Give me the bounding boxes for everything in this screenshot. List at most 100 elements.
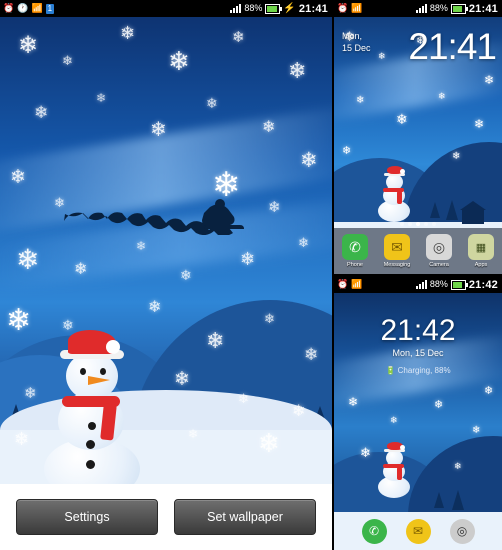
signal-icon (415, 4, 427, 13)
snowflake: ❄ (62, 53, 73, 68)
alarm-icon: ⏰ (337, 279, 349, 289)
settings-button[interactable]: Settings (16, 499, 158, 535)
dock-item-apps[interactable]: ▦ Apps (464, 234, 498, 268)
dock-label: Apps (474, 262, 488, 268)
snowflake: ❄ (10, 167, 26, 188)
signal-icon (415, 280, 427, 289)
battery-percent-label: 88% (244, 3, 263, 13)
snowflake: ❄ (34, 103, 49, 122)
battery-percent-label: 88% (429, 3, 448, 13)
battery-icon (450, 3, 468, 14)
status-clock: 21:41 (298, 2, 328, 15)
snowflake: ❄ (150, 119, 167, 141)
pine-tree (430, 202, 440, 218)
page-dot[interactable] (424, 222, 428, 226)
sim-badge: 1 (45, 3, 55, 14)
snowflake: ❄ (240, 249, 256, 269)
house-roof (460, 201, 486, 210)
page-dot[interactable] (432, 222, 436, 226)
snowflake: ❄ (168, 46, 190, 76)
status-bar-left: ⏰ 🕐 📶 1 88% ⚡ 21:41 (0, 0, 332, 17)
snowflake: ❄ (14, 429, 30, 449)
snowflake: ❄ (300, 149, 318, 172)
snowflake: ❄ (174, 369, 190, 390)
snowman-head (66, 352, 118, 400)
dock-label: Phone (347, 262, 363, 268)
battery-charging-icon: 🔋 (385, 366, 396, 375)
snowflake: ❄ (16, 244, 40, 275)
snowflake: ❄ (342, 145, 352, 157)
snowflake: ❄ (292, 403, 306, 420)
snowflake: ❄ (212, 166, 241, 204)
screenshot-root: ❄ ❄ ❄ ❄ ❄ ❄ ❄ ❄ ❄ ❄ ❄ ❄ ❄ ❄ ❄ ❄ ❄ ❄ ❄ ❄ … (0, 0, 502, 550)
snowman-scarf-tail (397, 191, 402, 204)
wifi-icon: 📶 (351, 279, 363, 289)
alarm-icon: ⏰ (3, 3, 15, 13)
snowman-button (86, 440, 95, 449)
snowflake: ❄ (360, 445, 371, 460)
snowman-button (86, 460, 95, 469)
snowflake: ❄ (232, 29, 245, 46)
page-dot[interactable] (400, 222, 404, 226)
page-dot[interactable] (408, 222, 412, 226)
charging-status: 🔋 Charging, 88% (334, 366, 502, 375)
snowflake: ❄ (378, 51, 386, 61)
snowflake: ❄ (454, 461, 462, 471)
snowflake: ❄ (136, 239, 147, 253)
snowflake: ❄ (238, 391, 249, 406)
wallpaper-preview-panel[interactable]: ❄ ❄ ❄ ❄ ❄ ❄ ❄ ❄ ❄ ❄ ❄ ❄ ❄ ❄ ❄ ❄ ❄ ❄ ❄ ❄ … (0, 0, 332, 550)
snowman-scarf-tail (397, 467, 402, 480)
snowflake: ❄ (120, 23, 136, 43)
snowflake: ❄ (206, 95, 218, 111)
dock-label: Camera (429, 262, 449, 268)
status-clock: 21:42 (468, 278, 498, 291)
camera-icon: ◎ (426, 234, 452, 260)
santa-hat-pompom (400, 169, 405, 174)
camera-icon[interactable]: ◎ (449, 518, 475, 544)
dock-item-phone[interactable]: ✆ Phone (338, 234, 372, 268)
snowflake: ❄ (356, 95, 365, 106)
status-bar-lockscreen: ⏰ 📶 88% 21:42 (334, 276, 502, 293)
page-indicator (334, 222, 502, 226)
lockscreen-preview-panel[interactable]: ❄ ❄ ❄ ❄ ❄ ❄ ❄ 21:42 Mon, 15 Dec 🔋 Chargi… (334, 276, 502, 550)
snowman-eye-right (100, 368, 106, 375)
pine-tree (446, 200, 458, 220)
pine-tree (434, 492, 444, 508)
snowflake: ❄ (96, 91, 107, 105)
snowflake: ❄ (18, 32, 39, 59)
snowflake: ❄ (180, 267, 192, 283)
status-bar-homescreen: ⏰ 📶 88% 21:41 (334, 0, 502, 17)
page-dot-active[interactable] (416, 222, 420, 226)
snowflake: ❄ (288, 58, 307, 83)
snowflake: ❄ (298, 235, 309, 250)
battery-icon (450, 279, 468, 290)
snowman-button (88, 422, 96, 430)
homescreen-clock: 21:41 (408, 26, 497, 67)
message-icon[interactable]: ✉ (405, 518, 431, 544)
set-wallpaper-button[interactable]: Set wallpaper (174, 499, 316, 535)
snowflake: ❄ (264, 311, 275, 326)
homescreen-dock: ✆ Phone ✉ Messaging ◎ Camera ▦ Apps (334, 228, 502, 274)
wifi-icon: 📶 (31, 3, 43, 13)
snowflake: ❄ (390, 415, 398, 425)
dock-item-messaging[interactable]: ✉ Messaging (380, 234, 414, 268)
snowflake: ❄ (396, 111, 408, 127)
snowflake: ❄ (348, 395, 359, 409)
dock-item-camera[interactable]: ◎ Camera (422, 234, 456, 268)
alarm-icon: ⏰ (337, 3, 349, 13)
snowflake: ❄ (262, 119, 276, 136)
snowflake: ❄ (206, 328, 225, 353)
santa-hat-pompom (400, 445, 405, 450)
santa-hat-pompom (106, 340, 120, 354)
status-clock: 21:41 (468, 2, 498, 15)
phone-icon[interactable]: ✆ (361, 518, 387, 544)
snowflake: ❄ (148, 299, 162, 316)
snowflake: ❄ (74, 261, 88, 278)
battery-icon (265, 3, 283, 14)
homescreen-date: Mon, 15 Dec (342, 30, 371, 54)
snowflake: ❄ (188, 427, 199, 441)
snowflake: ❄ (434, 399, 444, 411)
snowflake: ❄ (484, 385, 494, 397)
pine-tree (452, 490, 464, 510)
homescreen-preview-panel[interactable]: ❄ ❄ ❄ ❄ ❄ ❄ ❄ ❄ ❄ ❄ Mon, 15 Dec 21:41 ✆ … (334, 0, 502, 274)
